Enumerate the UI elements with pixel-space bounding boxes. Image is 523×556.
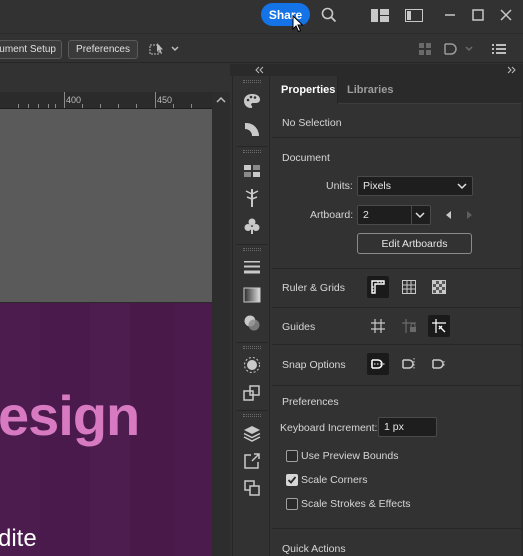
ruler-label: 400 — [66, 95, 82, 105]
stroke-icon[interactable] — [241, 256, 263, 278]
transparency-grid-icon[interactable] — [428, 276, 450, 298]
brushes-icon[interactable] — [241, 187, 263, 209]
use-preview-bounds-checkbox[interactable] — [286, 450, 298, 462]
ruler-label: 450 — [157, 95, 173, 105]
document-tab-strip — [0, 64, 230, 92]
keyboard-increment-label: Keyboard Increment: — [280, 422, 378, 434]
scale-corners-checkbox[interactable] — [286, 474, 298, 486]
quick-actions-label: Quick Actions — [282, 543, 346, 555]
tab-properties[interactable]: Properties — [272, 76, 338, 104]
artboards-icon[interactable] — [241, 477, 263, 499]
checkmark-icon — [287, 476, 297, 484]
units-dropdown[interactable]: Pixels — [357, 176, 473, 196]
search-icon[interactable] — [319, 5, 339, 25]
align-icon[interactable] — [418, 40, 432, 58]
keyboard-increment-input[interactable]: 1 px — [378, 417, 437, 437]
preferences-section: Preferences Keyboard Increment: 1 px Use… — [272, 385, 523, 528]
show-rulers-icon[interactable] — [367, 276, 389, 298]
use-preview-bounds-label: Use Preview Bounds — [301, 450, 399, 462]
quick-actions-section: Quick Actions — [272, 528, 523, 556]
close-icon[interactable] — [498, 5, 514, 25]
arrange-documents-icon[interactable] — [370, 5, 390, 25]
preferences-button[interactable]: Preferences — [68, 40, 138, 59]
snap-to-pixel-icon[interactable] — [398, 353, 420, 375]
artboard-label: Artboard: — [310, 209, 354, 221]
guides-section: Guides — [272, 307, 523, 344]
collapse-dock-icon — [255, 66, 264, 74]
workspace-switcher-icon[interactable] — [404, 5, 424, 25]
color-guide-icon[interactable] — [241, 118, 263, 140]
vertical-scrollbar[interactable] — [212, 92, 230, 556]
collapsed-panel-dock — [232, 76, 270, 556]
scale-strokes-label: Scale Strokes & Effects — [301, 498, 411, 510]
ruler-grids-section: Ruler & Grids — [272, 268, 523, 307]
swatches-icon[interactable] — [241, 160, 263, 182]
artboard-dropdown[interactable]: 2 — [357, 205, 431, 225]
transform-icon[interactable] — [241, 382, 263, 404]
chevron-down-icon — [415, 212, 425, 219]
artboard-heading-text[interactable]: esign — [0, 383, 140, 448]
next-artboard-icon[interactable] — [462, 208, 476, 222]
gradient-icon[interactable] — [241, 284, 263, 306]
panel-menu-icon[interactable] — [492, 40, 506, 58]
snap-icon[interactable] — [442, 40, 478, 58]
document-heading: Document — [282, 152, 330, 164]
dock-header — [230, 64, 523, 76]
control-bar: ument Setup Preferences — [0, 33, 523, 63]
scroll-up-icon — [216, 96, 226, 103]
snap-options-label: Snap Options — [282, 359, 346, 371]
horizontal-ruler[interactable]: 400 450 — [0, 92, 212, 109]
lock-guides-icon[interactable] — [398, 315, 420, 337]
edit-artboards-button[interactable]: Edit Artboards — [357, 233, 472, 254]
artboard-subtitle-text[interactable]: dite — [0, 525, 37, 553]
export-icon[interactable] — [241, 450, 263, 472]
maximize-icon[interactable] — [470, 5, 486, 25]
scale-strokes-checkbox[interactable] — [286, 498, 298, 510]
snap-to-glyph-icon[interactable] — [428, 353, 450, 375]
title-bar: Share — [0, 0, 523, 33]
tab-libraries[interactable]: Libraries — [338, 76, 402, 104]
transparency-icon[interactable] — [241, 312, 263, 334]
snap-options-section: Snap Options — [272, 344, 523, 385]
artboard-value: 2 — [363, 209, 369, 221]
panel-tab-bar: Properties Libraries — [272, 76, 523, 104]
select-similar-icon[interactable] — [148, 40, 180, 58]
selection-status: No Selection — [282, 117, 342, 129]
units-label: Units: — [326, 180, 353, 192]
color-icon[interactable] — [241, 90, 263, 112]
keyboard-increment-value: 1 px — [384, 421, 404, 433]
pasteboard[interactable] — [0, 109, 212, 302]
scale-corners-label: Scale Corners — [301, 474, 368, 486]
artboard[interactable]: esign dite — [0, 302, 212, 556]
canvas-area[interactable]: 400 450 esign dite — [0, 64, 230, 556]
properties-panel: Properties Libraries No Selection Docume… — [272, 76, 523, 556]
snap-to-point-icon[interactable] — [367, 353, 389, 375]
show-guides-icon[interactable] — [367, 315, 389, 337]
document-section: Document Units: Pixels Artboard: 2 Edit … — [272, 137, 523, 268]
previous-artboard-icon[interactable] — [442, 208, 456, 222]
expand-panel-icon — [507, 66, 516, 74]
smart-guides-icon[interactable] — [428, 315, 450, 337]
show-grid-icon[interactable] — [398, 276, 420, 298]
appearance-icon[interactable] — [241, 354, 263, 376]
preferences-heading: Preferences — [282, 396, 339, 408]
chevron-down-icon — [457, 183, 467, 190]
minimize-icon[interactable] — [442, 5, 458, 25]
document-setup-button[interactable]: ument Setup — [0, 40, 62, 59]
guides-label: Guides — [282, 321, 316, 333]
layers-icon[interactable] — [241, 422, 263, 444]
ruler-grids-label: Ruler & Grids — [282, 282, 346, 294]
symbols-icon[interactable] — [241, 215, 263, 237]
units-value: Pixels — [363, 180, 392, 192]
